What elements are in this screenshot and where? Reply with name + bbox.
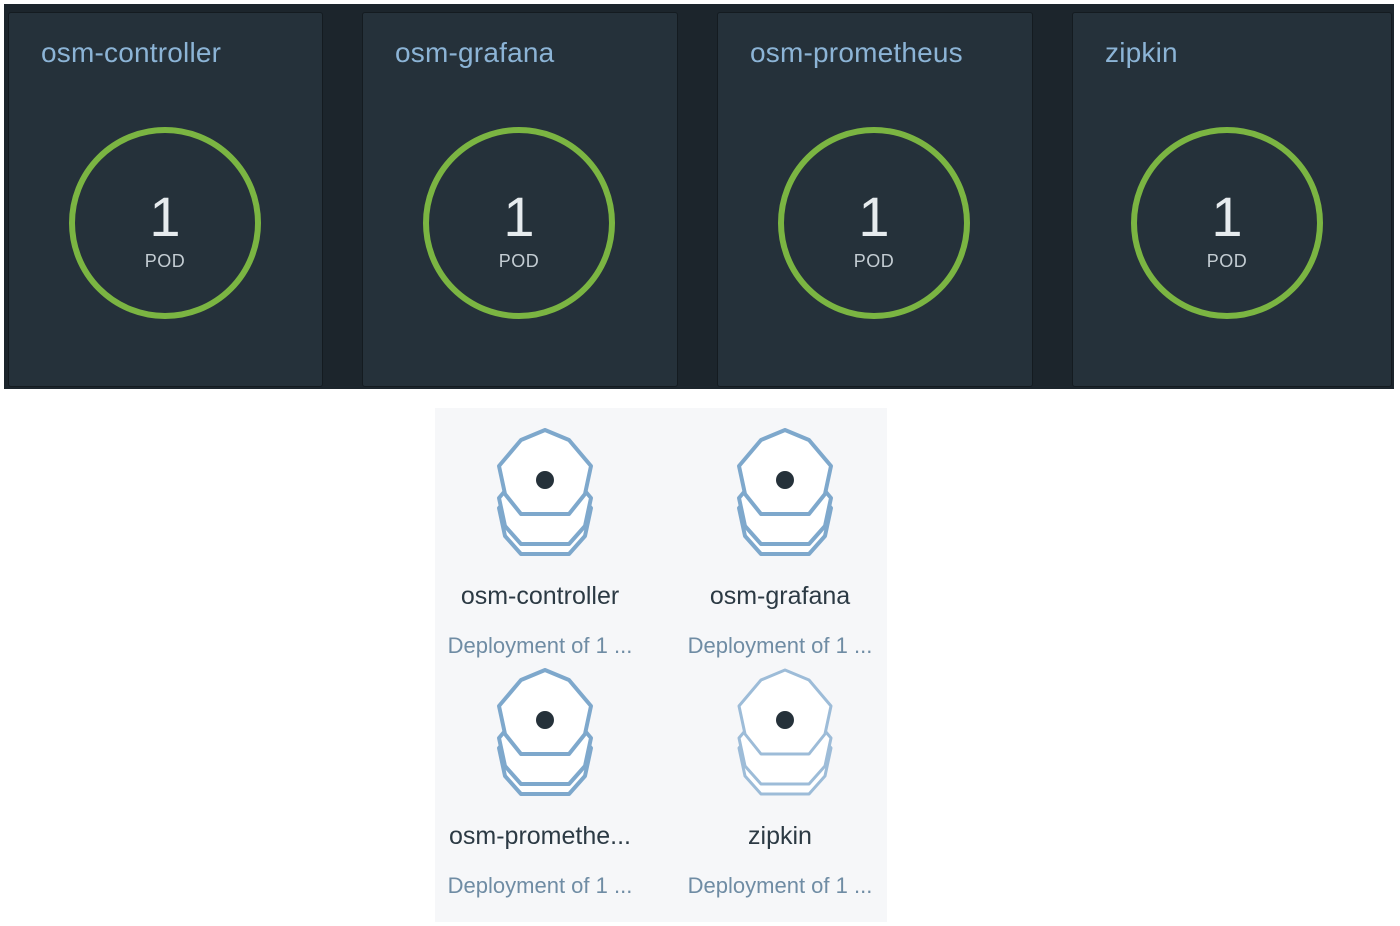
pod-count: 1 (858, 185, 890, 248)
pod-card-zipkin[interactable]: zipkin 1 POD (1072, 12, 1392, 387)
deployment-subtitle: Deployment of 1 ... (687, 873, 873, 898)
pod-count: 1 (149, 185, 181, 248)
deployment-name: osm-controller (460, 582, 620, 610)
card-title: osm-prometheus (750, 37, 963, 68)
pod-unit-label: POD (144, 251, 186, 271)
deployment-name: osm-grafana (709, 582, 851, 610)
pod-count: 1 (1211, 185, 1243, 248)
pod-card-osm-prometheus[interactable]: osm-prometheus 1 POD (717, 12, 1033, 387)
pod-count: 1 (503, 185, 535, 248)
card-title: zipkin (1105, 37, 1178, 68)
deployment-grid: osm-controller Deployment of 1 ... osm-g… (435, 408, 887, 922)
deployment-stack-icon (497, 668, 593, 796)
deployment-subtitle: Deployment of 1 ... (447, 873, 633, 898)
pod-status-ring: 1 POD (778, 127, 970, 319)
deployment-name: zipkin (748, 822, 812, 850)
card-title: osm-grafana (395, 37, 555, 68)
pod-summary-strip: osm-controller 1 POD osm-grafana 1 POD o… (4, 4, 1394, 389)
pod-status-ring: 1 POD (69, 127, 261, 319)
pod-unit-label: POD (853, 251, 895, 271)
deployment-stack-icon (497, 428, 593, 556)
deployment-tile-osm-prometheus[interactable]: osm-promethe... Deployment of 1 ... (435, 648, 661, 898)
deployment-stack-icon (737, 428, 833, 556)
deployment-stack-icon (737, 668, 833, 796)
deployment-name: osm-promethe... (448, 822, 631, 850)
deployment-tile-zipkin[interactable]: zipkin Deployment of 1 ... (675, 648, 901, 898)
pod-status-ring: 1 POD (423, 127, 615, 319)
pod-card-osm-controller[interactable]: osm-controller 1 POD (8, 12, 323, 387)
pod-unit-label: POD (498, 251, 540, 271)
deployment-tile-osm-controller[interactable]: osm-controller Deployment of 1 ... (435, 408, 661, 658)
deployment-tile-osm-grafana[interactable]: osm-grafana Deployment of 1 ... (675, 408, 901, 658)
pod-status-ring: 1 POD (1131, 127, 1323, 319)
pod-unit-label: POD (1206, 251, 1248, 271)
card-title: osm-controller (41, 37, 222, 68)
pod-card-osm-grafana[interactable]: osm-grafana 1 POD (362, 12, 678, 387)
